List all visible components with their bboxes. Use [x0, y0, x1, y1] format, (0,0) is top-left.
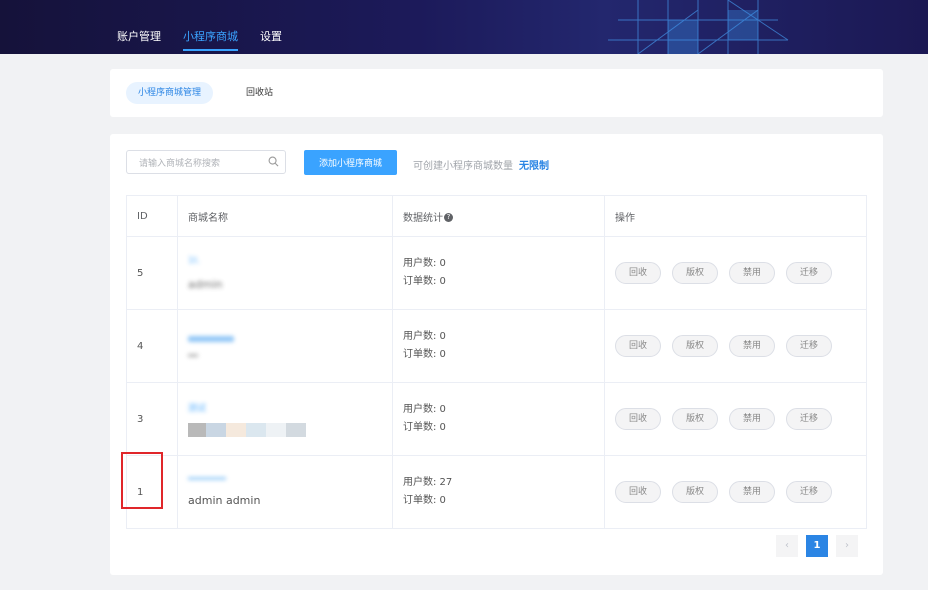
header-stats: 数据统计?	[392, 195, 605, 237]
search-box	[126, 150, 286, 175]
mall-table: ID 商城名称 数据统计? 操作 5 1t. admin 用户数: 0 订单数:…	[126, 195, 867, 529]
table-row: 4 用户数: 0 订单数: 0 回收 版权 禁用 迁移	[126, 309, 867, 383]
quota-value: 无限制	[519, 161, 549, 172]
prev-page-button[interactable]: ‹	[776, 535, 798, 557]
mall-name[interactable]: 1t.	[188, 256, 391, 270]
add-mall-button[interactable]: 添加小程序商城	[304, 150, 397, 175]
table-row: 5 1t. admin 用户数: 0 订单数: 0 回收 版权 禁用 迁移	[126, 236, 867, 310]
copyright-button[interactable]: 版权	[672, 408, 718, 430]
row-ops: 回收 版权 禁用 迁移	[604, 382, 867, 456]
header-ops: 操作	[604, 195, 867, 237]
migrate-button[interactable]: 迁移	[786, 335, 832, 357]
search-input[interactable]	[127, 153, 269, 175]
copyright-button[interactable]: 版权	[672, 262, 718, 284]
disable-button[interactable]: 禁用	[729, 481, 775, 503]
nav-mini-mall[interactable]: 小程序商城	[183, 30, 238, 54]
top-navbar: 账户管理 小程序商城 设置	[0, 0, 928, 54]
order-count: 订单数: 0	[403, 422, 446, 433]
row-id: 3	[126, 382, 178, 456]
tab-mall-management[interactable]: 小程序商城管理	[126, 82, 214, 104]
mall-admin-redacted	[188, 423, 391, 437]
mall-list-card: 添加小程序商城 可创建小程序商城数量无限制 ID 商城名称 数据统计? 操作 5…	[110, 134, 883, 575]
copyright-button[interactable]: 版权	[672, 481, 718, 503]
order-count: 订单数: 0	[403, 495, 446, 506]
tab-recycle-bin[interactable]: 回收站	[234, 82, 285, 104]
recycle-button[interactable]: 回收	[615, 408, 661, 430]
mall-name[interactable]: 测试	[188, 401, 391, 415]
row-name[interactable]: 测试	[177, 382, 393, 456]
mall-name-redacted[interactable]	[188, 477, 226, 480]
mall-admin: admin admin	[188, 494, 261, 507]
nav-account[interactable]: 账户管理	[117, 30, 161, 54]
nav-settings[interactable]: 设置	[260, 30, 282, 54]
row-id: 4	[126, 309, 178, 383]
migrate-button[interactable]: 迁移	[786, 408, 832, 430]
help-icon[interactable]: ?	[444, 213, 453, 222]
order-count: 订单数: 0	[403, 349, 446, 360]
highlight-annotation	[121, 452, 163, 509]
row-stats: 用户数: 27 订单数: 0	[392, 455, 605, 529]
recycle-button[interactable]: 回收	[615, 262, 661, 284]
mall-name-redacted[interactable]	[188, 335, 234, 342]
order-count: 订单数: 0	[403, 276, 446, 287]
recycle-button[interactable]: 回收	[615, 335, 661, 357]
header-decoration	[608, 0, 789, 54]
row-id: 5	[126, 236, 178, 310]
user-count: 用户数: 0	[403, 404, 446, 415]
user-count: 用户数: 0	[403, 331, 446, 342]
header-stats-label: 数据统计	[403, 212, 443, 224]
row-ops: 回收 版权 禁用 迁移	[604, 309, 867, 383]
user-count: 用户数: 27	[403, 477, 453, 488]
page-1-button[interactable]: 1	[806, 535, 828, 557]
recycle-button[interactable]: 回收	[615, 481, 661, 503]
row-name[interactable]: admin admin	[177, 455, 393, 529]
disable-button[interactable]: 禁用	[729, 335, 775, 357]
header-id: ID	[126, 195, 178, 237]
table-row: 3 测试 用户数: 0 订单数: 0 回收 版权 禁用 迁移	[126, 382, 867, 456]
row-ops: 回收 版权 禁用 迁移	[604, 455, 867, 529]
mall-admin-redacted	[188, 353, 198, 357]
row-stats: 用户数: 0 订单数: 0	[392, 309, 605, 383]
migrate-button[interactable]: 迁移	[786, 262, 832, 284]
row-ops: 回收 版权 禁用 迁移	[604, 236, 867, 310]
migrate-button[interactable]: 迁移	[786, 481, 832, 503]
table-row: 1 admin admin 用户数: 27 订单数: 0 回收 版权 禁用 迁移	[126, 455, 867, 529]
row-name[interactable]: 1t. admin	[177, 236, 393, 310]
row-name[interactable]	[177, 309, 393, 383]
quota-info: 可创建小程序商城数量 无限制	[413, 157, 549, 172]
disable-button[interactable]: 禁用	[729, 262, 775, 284]
pagination: ‹ 1 ›	[776, 535, 858, 557]
disable-button[interactable]: 禁用	[729, 408, 775, 430]
search-icon[interactable]	[268, 156, 279, 167]
mall-admin: admin	[188, 277, 223, 291]
row-stats: 用户数: 0 订单数: 0	[392, 382, 605, 456]
table-header-row: ID 商城名称 数据统计? 操作	[126, 195, 867, 237]
copyright-button[interactable]: 版权	[672, 335, 718, 357]
next-page-button[interactable]: ›	[836, 535, 858, 557]
subtab-card: 小程序商城管理 回收站	[110, 69, 883, 117]
row-stats: 用户数: 0 订单数: 0	[392, 236, 605, 310]
quota-label: 可创建小程序商城数量	[413, 161, 513, 172]
user-count: 用户数: 0	[403, 258, 446, 269]
header-name: 商城名称	[177, 195, 393, 237]
main-nav: 账户管理 小程序商城 设置	[117, 30, 304, 54]
